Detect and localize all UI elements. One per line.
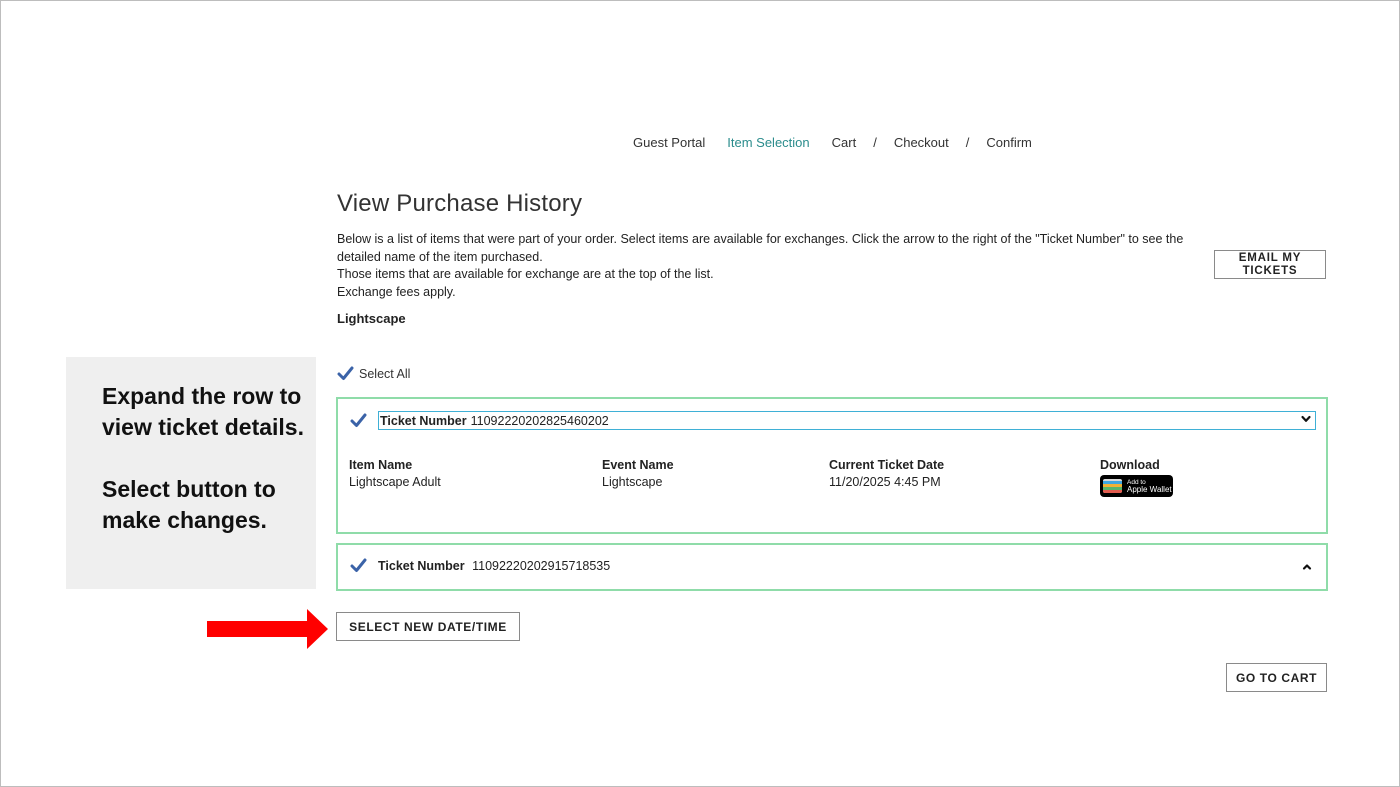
- download-column: Download Add to Apple Wallet: [1100, 458, 1173, 497]
- intro-text: Below is a list of items that were part …: [337, 231, 1217, 301]
- checkmark-icon: [337, 366, 354, 380]
- item-name-value: Lightscape Adult: [349, 475, 441, 489]
- breadcrumb: Guest Portal Item Selection Cart / Check…: [633, 135, 1032, 150]
- download-header: Download: [1100, 458, 1160, 472]
- intro-line-3: Exchange fees apply.: [337, 284, 456, 299]
- apple-wallet-icon: [1103, 479, 1122, 493]
- ticket-number-value: 11092220202825460202: [470, 413, 609, 428]
- select-all-checkbox[interactable]: [337, 365, 354, 382]
- select-all-control: Select All: [337, 365, 410, 382]
- ticket-date-value: 11/20/2025 4:45 PM: [829, 475, 941, 489]
- wallet-big-text: Apple Wallet: [1127, 485, 1172, 494]
- item-name-column: Item Name Lightscape Adult: [349, 458, 441, 489]
- breadcrumb-confirm[interactable]: Confirm: [986, 135, 1032, 150]
- breadcrumb-separator: /: [873, 135, 877, 150]
- breadcrumb-separator: /: [965, 135, 970, 150]
- event-name-heading: Lightscape: [337, 311, 406, 326]
- ticket-number-text: Ticket Number 11092220202915718535: [378, 559, 610, 573]
- breadcrumb-cart[interactable]: Cart: [832, 135, 857, 150]
- event-name-header: Event Name: [602, 458, 674, 472]
- ticket-checkbox[interactable]: [350, 412, 367, 429]
- ticket-number-label: Ticket Number: [378, 559, 465, 573]
- go-to-cart-button[interactable]: GO TO CART: [1226, 663, 1327, 692]
- wallet-text: Add to Apple Wallet: [1127, 479, 1172, 494]
- chevron-up-icon[interactable]: [1302, 562, 1312, 572]
- add-to-apple-wallet-button[interactable]: Add to Apple Wallet: [1100, 475, 1173, 497]
- callout-text-select: Select button to make changes.: [102, 476, 276, 533]
- ticket-number-label: Ticket Number: [380, 413, 467, 428]
- intro-line-1: Below is a list of items that were part …: [337, 232, 1184, 264]
- item-name-header: Item Name: [349, 458, 413, 472]
- breadcrumb-checkout[interactable]: Checkout: [894, 135, 949, 150]
- ticket-number-value: 11092220202915718535: [472, 559, 611, 573]
- event-name-column: Event Name Lightscape: [602, 458, 674, 489]
- instruction-callout: Expand the row to view ticket details. S…: [66, 357, 316, 589]
- checkmark-icon: [350, 558, 367, 572]
- red-arrow-icon: [207, 609, 328, 649]
- ticket-checkbox[interactable]: [350, 557, 367, 574]
- intro-line-2: Those items that are available for excha…: [337, 267, 714, 281]
- event-name-value: Lightscape: [602, 475, 663, 489]
- breadcrumb-item-selection[interactable]: Item Selection: [727, 135, 809, 150]
- page-title: View Purchase History: [337, 190, 583, 217]
- chevron-down-icon: [1301, 415, 1311, 422]
- ticket-date-column: Current Ticket Date 11/20/2025 4:45 PM: [829, 458, 944, 489]
- email-my-tickets-button[interactable]: EMAIL MY TICKETS: [1214, 250, 1326, 279]
- ticket-row-expanded: Ticket Number 11092220202825460202 Item …: [336, 397, 1328, 534]
- ticket-number-select[interactable]: Ticket Number 11092220202825460202: [378, 411, 1316, 430]
- ticket-row-collapsed[interactable]: Ticket Number 11092220202915718535: [336, 543, 1328, 591]
- breadcrumb-guest-portal[interactable]: Guest Portal: [633, 135, 705, 150]
- select-new-date-time-button[interactable]: SELECT NEW DATE/TIME: [336, 612, 520, 641]
- select-all-label: Select All: [359, 366, 411, 381]
- checkmark-icon: [350, 413, 367, 427]
- callout-text-expand: Expand the row to view ticket details.: [102, 383, 304, 440]
- ticket-date-header: Current Ticket Date: [829, 458, 945, 472]
